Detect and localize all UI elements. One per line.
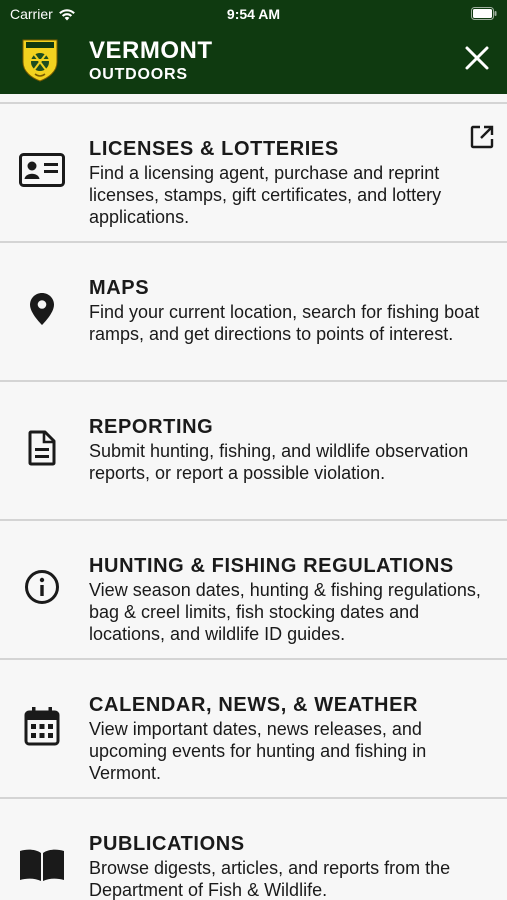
id-card-icon [19, 153, 65, 187]
vermont-logo-icon [22, 39, 58, 82]
menu-item-title: CALENDAR, NEWS, & WEATHER [89, 694, 419, 716]
menu-item-description: Find a licensing agent, purchase and rep… [89, 163, 442, 227]
menu-item-description: View important dates, news releases, and… [89, 719, 427, 783]
menu-item-maps[interactable]: MAPS Find your current location, search … [0, 243, 507, 382]
battery-icon [471, 7, 497, 20]
external-link-icon[interactable] [469, 124, 495, 150]
app-title: VERMONT [89, 37, 213, 64]
info-icon [25, 570, 59, 604]
menu-list: LICENSES & LOTTERIES Find a licensing ag… [0, 94, 507, 900]
app-subtitle: OUTDOORS [89, 66, 188, 83]
menu-item-publications[interactable]: PUBLICATIONS Browse digests, articles, a… [0, 799, 507, 900]
menu-item-title: HUNTING & FISHING REGULATIONS [89, 555, 454, 577]
calendar-icon [24, 707, 60, 746]
menu-item-title: LICENSES & LOTTERIES [89, 138, 339, 160]
menu-item-licenses[interactable]: LICENSES & LOTTERIES Find a licensing ag… [0, 104, 507, 243]
status-time: 9:54 AM [226, 6, 281, 22]
status-bar: Carrier 9:54 AM [0, 0, 507, 28]
menu-item-title: PUBLICATIONS [89, 833, 245, 855]
book-icon [20, 849, 64, 881]
menu-item-title: REPORTING [89, 416, 214, 438]
menu-item-title: MAPS [89, 277, 150, 299]
menu-item-description: Submit hunting, fishing, and wildlife ob… [89, 441, 469, 483]
menu-item-description: Find your current location, search for f… [89, 302, 480, 344]
menu-item-reporting[interactable]: REPORTING Submit hunting, fishing, and w… [0, 382, 507, 521]
menu-item-description: Browse digests, articles, and reports fr… [89, 858, 451, 900]
document-icon [28, 430, 56, 466]
map-pin-icon [30, 293, 54, 325]
close-icon[interactable] [463, 44, 491, 72]
app-header: VERMONT OUTDOORS [0, 28, 507, 94]
menu-item-description: View season dates, hunting & fishing reg… [89, 580, 481, 644]
menu-item-calendar[interactable]: CALENDAR, NEWS, & WEATHER View important… [0, 660, 507, 799]
menu-item-regulations[interactable]: HUNTING & FISHING REGULATIONS View seaso… [0, 521, 507, 660]
